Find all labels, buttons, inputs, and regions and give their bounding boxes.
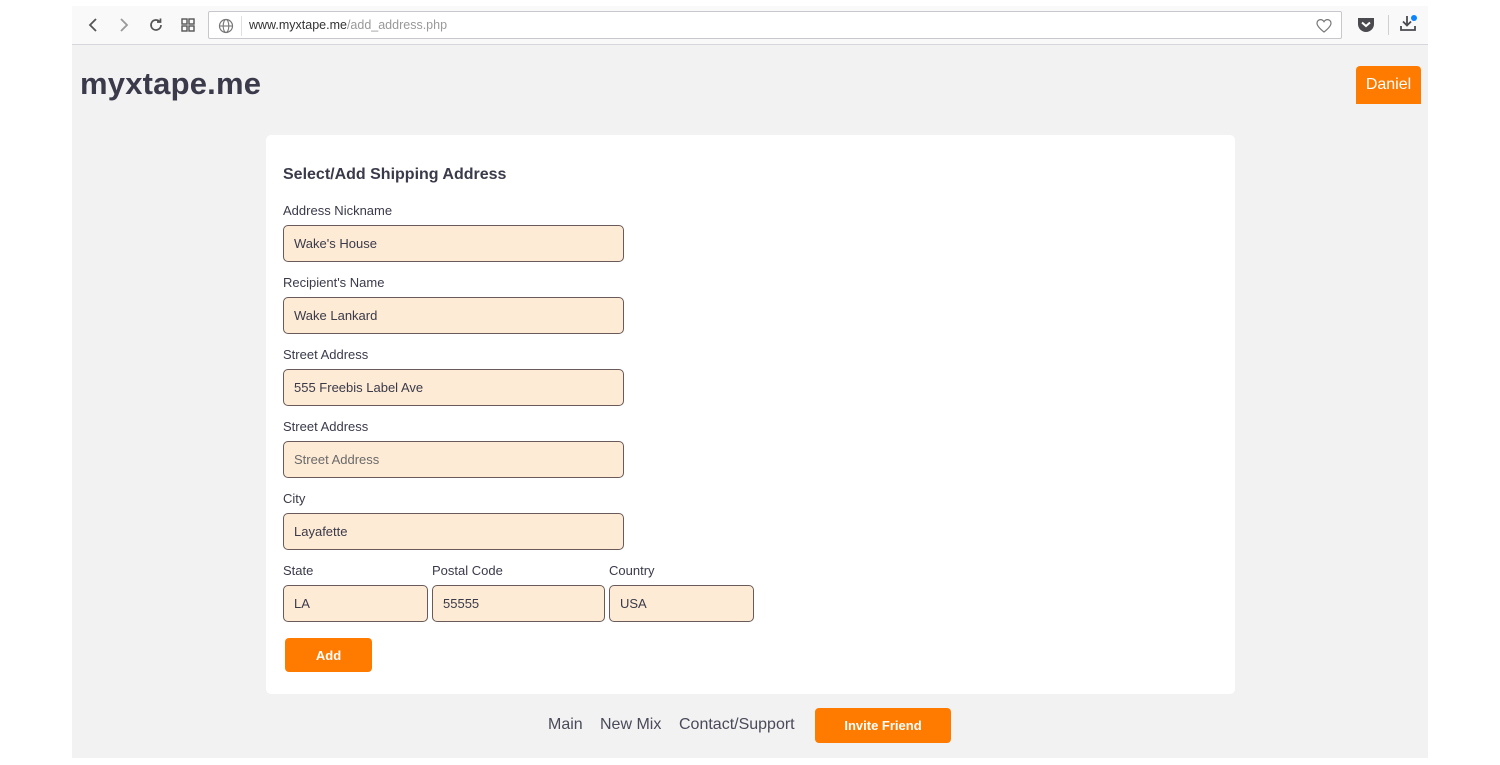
forward-button[interactable] [111, 12, 137, 38]
street-address-label: Street Address [283, 347, 369, 362]
postal-code-label: Postal Code [432, 563, 503, 578]
recipient-name-input[interactable] [283, 297, 624, 334]
url-separator [241, 16, 242, 36]
nickname-label: Address Nickname [283, 203, 393, 218]
add-address-button[interactable]: Add [285, 638, 372, 672]
address-bar[interactable]: www.myxtape.me/add_address.php [208, 11, 1342, 39]
url-domain: www.myxtape.me [249, 18, 347, 32]
download-icon[interactable] [1398, 13, 1420, 35]
country-label: Country [609, 563, 655, 578]
address-form-card: Select/Add Shipping Address Address Nick… [266, 135, 1235, 694]
browser-window: www.myxtape.me/add_address.php myxtape.m… [72, 6, 1428, 758]
browser-toolbar: www.myxtape.me/add_address.php [72, 6, 1428, 45]
nickname-input[interactable] [283, 225, 624, 262]
url-text: www.myxtape.me/add_address.php [249, 18, 447, 32]
pocket-icon[interactable] [1356, 15, 1376, 35]
back-button[interactable] [80, 12, 106, 38]
grid-icon [181, 18, 195, 32]
footer-link-new-mix[interactable]: New Mix [600, 716, 661, 734]
heart-icon[interactable] [1315, 17, 1333, 35]
toolbar-divider [1388, 15, 1389, 35]
street-address-input[interactable] [283, 369, 624, 406]
reload-button[interactable] [143, 12, 169, 38]
globe-icon [218, 18, 234, 34]
speed-dial-button[interactable] [175, 12, 201, 38]
recipient-label: Recipient's Name [283, 275, 385, 290]
user-menu-button[interactable]: Daniel [1356, 66, 1421, 104]
reload-icon [150, 18, 162, 31]
postal-code-input[interactable] [432, 585, 605, 622]
form-title: Select/Add Shipping Address [283, 166, 507, 183]
street-address-2-label: Street Address [283, 419, 369, 434]
url-path: /add_address.php [346, 18, 448, 32]
city-label: City [283, 491, 306, 506]
chevron-left-icon [88, 18, 97, 32]
invite-friend-button[interactable]: Invite Friend [815, 708, 951, 743]
footer-link-contact-support[interactable]: Contact/Support [679, 716, 795, 734]
city-input[interactable] [283, 513, 624, 550]
site-logo[interactable]: myxtape.me [80, 66, 261, 102]
chevron-right-icon [120, 18, 129, 32]
state-input[interactable] [283, 585, 428, 622]
street-address-2-input[interactable] [283, 441, 624, 478]
state-label: State [283, 563, 314, 578]
footer-link-main[interactable]: Main [548, 716, 583, 734]
country-input[interactable] [609, 585, 754, 622]
